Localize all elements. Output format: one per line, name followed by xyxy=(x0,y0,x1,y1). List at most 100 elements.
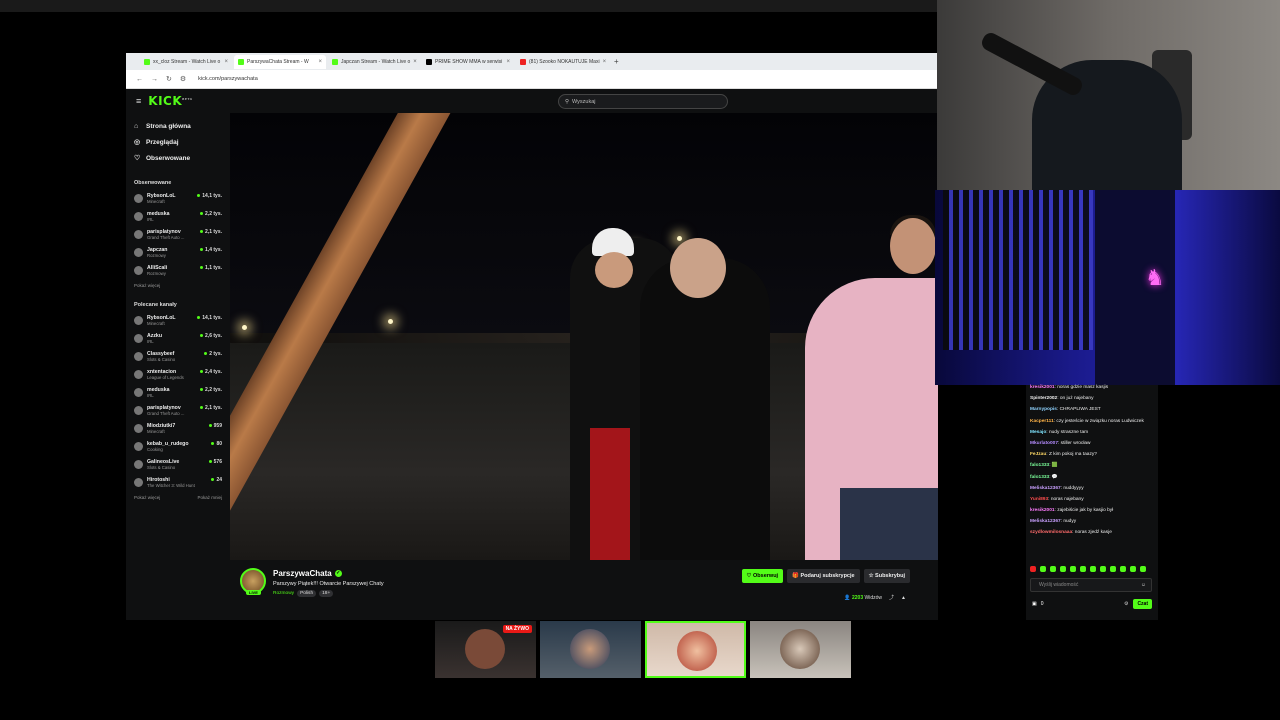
channel-item[interactable]: Japczan Rozmowy 1,4 tys. xyxy=(134,243,230,261)
emote-icon[interactable] xyxy=(1100,566,1106,572)
chat-username[interactable]: szydlowmilosnaaa xyxy=(1030,530,1072,535)
channel-item[interactable]: Miodziutki7 Minecraft 959 xyxy=(134,419,230,437)
chat-message: Meliska12367: nuddyyyy xyxy=(1030,485,1084,491)
followed-list: RybsonLoL Minecraft 14,1 tys. meduska IRL 2,2… xyxy=(134,189,230,279)
emote-icon[interactable] xyxy=(1140,566,1146,572)
emote-icon[interactable] xyxy=(1070,566,1076,572)
channel-item-viewers: 14,1 tys. xyxy=(197,193,222,199)
chat-username[interactable]: Yuni893 xyxy=(1030,497,1048,502)
emote-icon[interactable] xyxy=(1090,566,1096,572)
emote-icon[interactable] xyxy=(1040,566,1046,572)
channel-item[interactable]: xntentacion League of Legends 2,4 tys. xyxy=(134,365,230,383)
emote-icon[interactable] xyxy=(1110,566,1116,572)
close-icon[interactable]: × xyxy=(224,59,228,65)
channel-item[interactable]: RybsonLoL Minecraft 14,1 tys. xyxy=(134,311,230,329)
show-more-link[interactable]: Pokaż więcej xyxy=(134,495,160,500)
emote-icon[interactable] xyxy=(1060,566,1066,572)
site-info-icon[interactable]: ⚙ xyxy=(180,75,186,83)
stream-category[interactable]: Rozmowy xyxy=(273,591,294,596)
heart-icon: ♡ xyxy=(134,155,141,162)
channel-item[interactable]: AlliScali Rozmowy 1,1 tys. xyxy=(134,261,230,279)
follow-button[interactable]: ♡ Obserwuj xyxy=(741,569,784,583)
channel-item[interactable]: kebab_u_rudego Cooking 80 xyxy=(134,437,230,455)
browser-tab-active[interactable]: ParszywaChata Stream - W × xyxy=(234,54,326,69)
emote-icon[interactable] xyxy=(1030,566,1036,572)
channel-item[interactable]: Hirotoshi The Witcher 3: Wild Hunt 24 xyxy=(134,473,230,491)
channel-item[interactable]: GalineosLive Slots & Casino 576 xyxy=(134,455,230,473)
channel-item-name: parisplatynov xyxy=(147,228,181,235)
channel-item[interactable]: Azzku IRL 2,6 tys. xyxy=(134,329,230,347)
chat-username[interactable]: kresik2001 xyxy=(1030,385,1055,390)
channel-item-category: Slots & Casino xyxy=(147,356,176,362)
chat-text: czy jesteście w związku noras Ludwiczek xyxy=(1056,418,1144,424)
nav-browse[interactable]: ◎ Przeglądaj xyxy=(134,134,230,150)
emoji-icon[interactable]: ☺ xyxy=(1141,582,1146,588)
close-icon[interactable]: × xyxy=(413,59,417,65)
tag-age[interactable]: 18+ xyxy=(319,590,334,597)
emote-icon[interactable] xyxy=(1050,566,1056,572)
browser-tab[interactable]: Japczan Stream - Watch Live o × xyxy=(328,55,420,69)
channel-name[interactable]: ParszywaChata ✓ xyxy=(273,569,342,578)
chat-username[interactable]: Meliska12367 xyxy=(1030,519,1061,524)
chat-username[interactable]: Meliska12367 xyxy=(1030,486,1061,491)
url-field[interactable]: kick.com/parszywachata xyxy=(198,76,258,82)
share-icon[interactable]: ⤴ xyxy=(889,594,894,601)
chat-input[interactable]: Wyślij wiadomość ☺ xyxy=(1030,578,1152,592)
gear-icon[interactable]: ⚙ xyxy=(1124,601,1128,607)
nav-following[interactable]: ♡ Obserwowane xyxy=(134,150,230,166)
browser-tab[interactable]: (81) Szooko NOKAUTUJE Maxi × xyxy=(516,55,608,69)
channel-item[interactable]: meduska IRL 2,2 tys. xyxy=(134,207,230,225)
chat-text: on już najebany xyxy=(1059,396,1094,402)
emote-icon[interactable] xyxy=(1120,566,1126,572)
channel-item-category: Minecraft xyxy=(147,320,165,326)
close-icon[interactable]: × xyxy=(603,59,607,65)
video-player[interactable] xyxy=(230,113,938,560)
channel-item[interactable]: parisplatynov Grand Theft Auto ... 2,1 tys… xyxy=(134,225,230,243)
chat-username[interactable]: Spinter2002 xyxy=(1030,396,1057,401)
scene-thumbnail[interactable] xyxy=(750,621,851,678)
chat-send-button[interactable]: Czat xyxy=(1133,599,1152,609)
browser-tab[interactable]: xx_cloz Stream - Watch Live o × xyxy=(140,55,232,69)
menu-icon[interactable]: ≡ xyxy=(136,96,141,106)
scene-thumbnail-active[interactable] xyxy=(645,621,746,678)
channel-item[interactable]: Classybeef Slots & Casino 2 tys. xyxy=(134,347,230,365)
search-input[interactable]: ⚲ Wyszukaj xyxy=(558,94,728,109)
forward-icon[interactable]: → xyxy=(151,76,158,83)
channel-item-name: RybsonLoL xyxy=(147,192,176,199)
scene-thumbnail[interactable]: NA ŻYWO xyxy=(435,621,536,678)
chat-username[interactable]: kresik2001 xyxy=(1030,508,1055,513)
report-icon[interactable]: ▲ xyxy=(901,595,906,601)
chat-username[interactable]: Marnypopis xyxy=(1030,407,1057,412)
kick-logo[interactable]: KICKBETA xyxy=(148,94,192,108)
show-less-link[interactable]: Pokaż mniej xyxy=(197,495,222,500)
points-icon[interactable]: ▣ xyxy=(1032,601,1037,607)
browser-tab[interactable]: PRIME SHOW MMA w serwisi × xyxy=(422,55,514,69)
avatar xyxy=(134,405,143,415)
channel-item[interactable]: RybsonLoL Minecraft 14,1 tys. xyxy=(134,189,230,207)
tag-language[interactable]: Polish xyxy=(297,590,317,597)
nav-home[interactable]: ⌂ Strona główna xyxy=(134,118,230,134)
chat-username[interactable]: Mkurlato007 xyxy=(1030,441,1058,446)
chat-username[interactable]: Mesajo xyxy=(1030,430,1046,435)
live-tag: NA ŻYWO xyxy=(502,625,532,633)
channel-item-category: IRL xyxy=(147,392,154,398)
chat-username[interactable]: Kacper111 xyxy=(1030,419,1054,424)
scene-thumbnail[interactable] xyxy=(540,621,641,678)
channel-item[interactable]: parisplatynov Grand Theft Auto ... 2,1 tys… xyxy=(134,401,230,419)
chat-username[interactable]: falo1333 xyxy=(1030,475,1049,480)
channel-item[interactable]: meduska IRL 2,2 tys. xyxy=(134,383,230,401)
emote-icon[interactable] xyxy=(1130,566,1136,572)
emote-icon[interactable] xyxy=(1080,566,1086,572)
close-icon[interactable]: × xyxy=(506,59,510,65)
avatar xyxy=(134,477,143,487)
followed-show-more[interactable]: Pokaż więcej xyxy=(134,283,230,288)
subscribe-button[interactable]: ☆ Subskrybuj xyxy=(863,569,910,583)
reload-icon[interactable]: ↻ xyxy=(166,75,172,83)
chat-username[interactable]: falo1333 xyxy=(1030,463,1049,468)
new-tab-button[interactable]: + xyxy=(610,57,619,66)
back-icon[interactable]: ← xyxy=(136,76,143,83)
stream-info-bar: LIVE ParszywaChata ✓ Parszywy Piątek!!! O… xyxy=(230,560,938,620)
close-icon[interactable]: × xyxy=(318,59,322,65)
gift-subs-button[interactable]: 🎁 Podaruj subskrypcje xyxy=(787,569,860,583)
chat-username[interactable]: FeJzau xyxy=(1030,452,1046,457)
